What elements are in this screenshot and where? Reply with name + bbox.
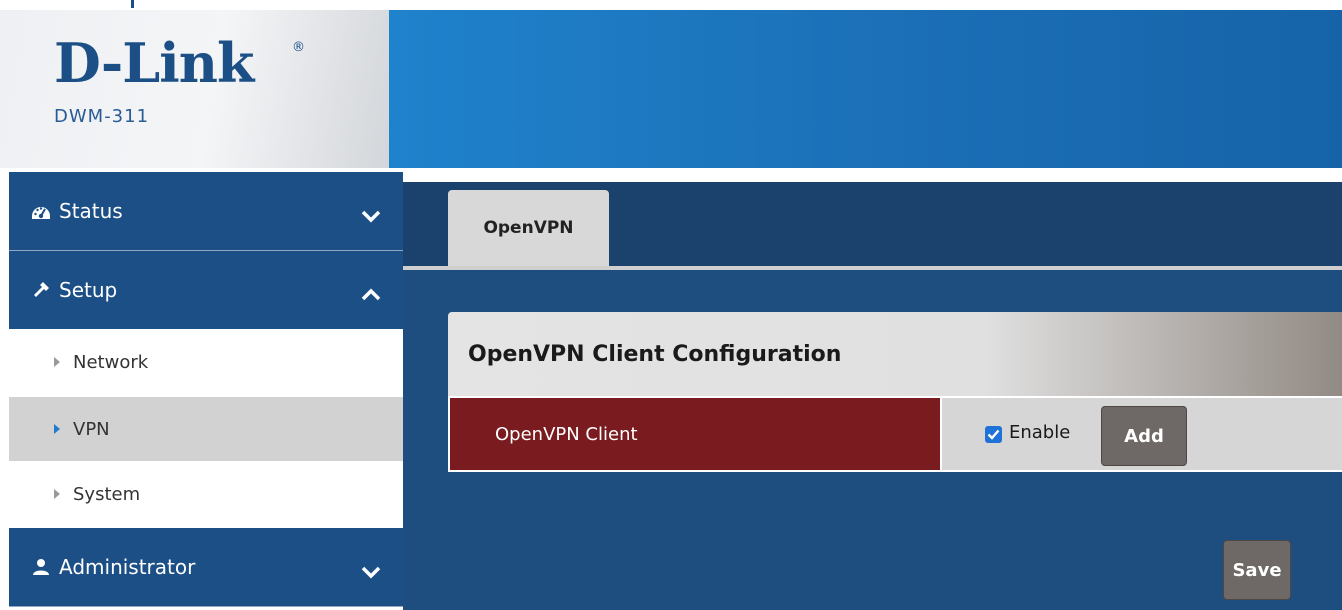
openvpn-client-panel: OpenVPN Client Configuration OpenVPN Cli… <box>448 312 1342 472</box>
top-strip <box>0 0 1342 10</box>
add-button[interactable]: Add <box>1101 406 1187 466</box>
chevron-down-icon <box>361 560 381 579</box>
caret-right-icon <box>54 357 60 367</box>
sidebar-item-label: VPN <box>73 418 110 440</box>
router-admin-page: D-Link ® DWM-311 Status Setup Network VP… <box>0 0 1342 610</box>
row-label: OpenVPN Client <box>450 398 940 470</box>
sidebar-item-label: Network <box>73 351 149 373</box>
tab-underline <box>403 266 1342 270</box>
chevron-up-icon <box>361 283 381 301</box>
row-value: Enable Add <box>942 398 1342 470</box>
main-content: OpenVPN OpenVPN Client Configuration Ope… <box>403 182 1342 610</box>
sidebar-section-label: Setup <box>59 278 118 302</box>
config-row: OpenVPN Client Enable Add <box>448 396 1342 472</box>
sidebar-item-label: System <box>73 483 141 505</box>
top-strip-mark <box>131 0 134 8</box>
sidebar-section-administrator[interactable]: Administrator <box>9 528 403 606</box>
brand-logo: D-Link <box>54 31 254 95</box>
sidebar-item-network[interactable]: Network <box>9 330 403 394</box>
caret-right-icon <box>54 424 60 434</box>
sidebar-section-setup[interactable]: Setup <box>9 251 403 329</box>
tab-openvpn[interactable]: OpenVPN <box>448 190 609 266</box>
user-icon <box>31 557 51 577</box>
registered-mark: ® <box>292 40 305 55</box>
chevron-down-icon <box>361 204 381 223</box>
sidebar-section-label: Administrator <box>59 555 196 579</box>
enable-checkbox-label[interactable]: Enable <box>1009 422 1070 443</box>
sidebar-divider <box>9 606 403 607</box>
panel-title: OpenVPN Client Configuration <box>448 312 1342 396</box>
tab-bar: OpenVPN <box>403 182 1342 266</box>
sidebar-section-status[interactable]: Status <box>9 172 403 250</box>
enable-checkbox[interactable] <box>985 426 1002 443</box>
header-banner <box>389 10 1342 168</box>
caret-right-icon <box>54 489 60 499</box>
sidebar-section-label: Status <box>59 199 123 223</box>
sidebar-item-vpn[interactable]: VPN <box>9 397 403 461</box>
logo-area[interactable]: D-Link ® DWM-311 <box>0 10 389 168</box>
wrench-icon <box>31 280 51 300</box>
dashboard-icon <box>31 201 51 221</box>
sidebar: Status Setup Network VPN System Administ… <box>0 170 403 610</box>
save-button[interactable]: Save <box>1223 540 1291 600</box>
sidebar-item-system[interactable]: System <box>9 462 403 526</box>
model-name: DWM-311 <box>54 106 150 127</box>
